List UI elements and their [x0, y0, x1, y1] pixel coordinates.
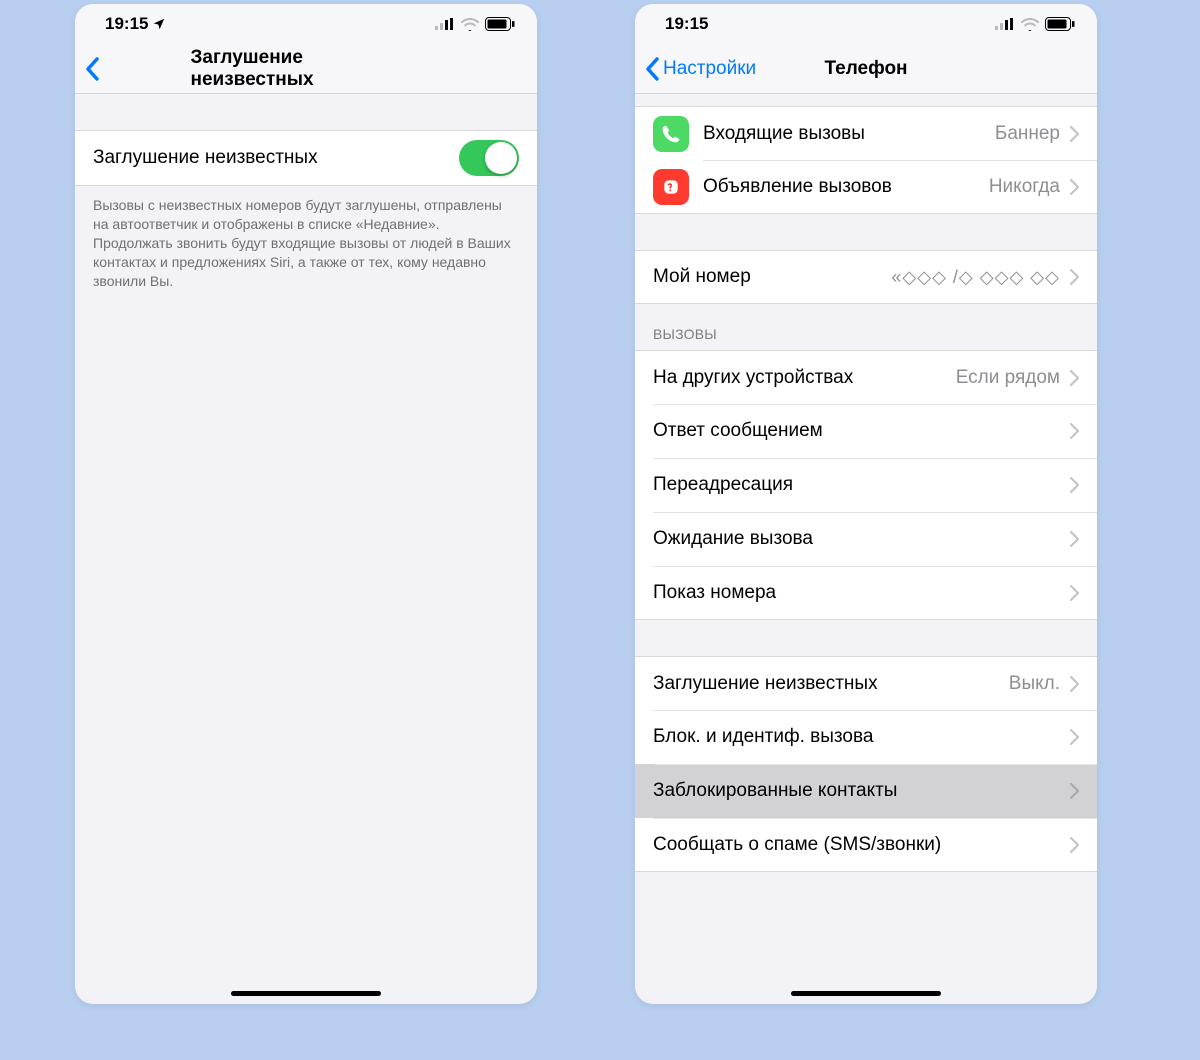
- chevron-right-icon: [1070, 126, 1079, 142]
- row-blocked-contacts[interactable]: Заблокированные контакты: [635, 764, 1097, 818]
- row-label: Ответ сообщением: [653, 420, 1070, 442]
- row-show-number[interactable]: Показ номера: [635, 566, 1097, 620]
- chevron-left-icon: [645, 57, 659, 81]
- row-incoming-calls[interactable]: Входящие вызовы Баннер: [635, 106, 1097, 160]
- back-button[interactable]: [85, 57, 99, 81]
- row-report-spam[interactable]: Сообщать о спаме (SMS/звонки): [635, 818, 1097, 872]
- row-label: На других устройствах: [653, 367, 956, 389]
- incoming-call-icon: [653, 116, 689, 152]
- back-label: Настройки: [663, 58, 756, 80]
- battery-icon: [485, 17, 515, 31]
- nav-bar: Заглушение неизвестных: [75, 44, 537, 94]
- row-label: Входящие вызовы: [703, 123, 995, 145]
- toggle-label: Заглушение неизвестных: [93, 147, 459, 169]
- cellular-icon: [435, 18, 455, 30]
- chevron-right-icon: [1070, 729, 1079, 745]
- home-indicator[interactable]: [231, 991, 381, 996]
- cellular-icon: [995, 18, 1015, 30]
- chevron-right-icon: [1070, 370, 1079, 386]
- chevron-right-icon: [1070, 179, 1079, 195]
- row-label: Блок. и идентиф. вызова: [653, 726, 1070, 748]
- row-label: Мой номер: [653, 266, 891, 288]
- phone-screen-silence: 19:15 Заглушение неизвестных Заглушение …: [75, 4, 537, 1004]
- location-icon: [152, 17, 166, 31]
- status-bar: 19:15: [75, 4, 537, 44]
- battery-icon: [1045, 17, 1075, 31]
- row-label: Ожидание вызова: [653, 528, 1070, 550]
- section-header-calls: ВЫЗОВЫ: [635, 304, 1097, 350]
- row-announce-calls[interactable]: Объявление вызовов Никогда: [635, 160, 1097, 214]
- wifi-icon: [461, 18, 479, 31]
- status-time: 19:15: [665, 14, 708, 34]
- status-bar: 19:15: [635, 4, 1097, 44]
- row-value: Никогда: [989, 176, 1060, 198]
- chevron-left-icon: [85, 57, 99, 81]
- row-label: Сообщать о спаме (SMS/звонки): [653, 834, 1070, 856]
- row-silence-unknown[interactable]: Заглушение неизвестных Выкл.: [635, 656, 1097, 710]
- back-button[interactable]: Настройки: [645, 57, 756, 81]
- row-value: Баннер: [995, 123, 1060, 145]
- page-title: Заглушение неизвестных: [191, 47, 422, 91]
- toggle-switch[interactable]: [459, 140, 519, 176]
- chevron-right-icon: [1070, 477, 1079, 493]
- chevron-right-icon: [1070, 783, 1079, 799]
- footnote-text: Вызовы с неизвестных номеров будут заглу…: [75, 186, 537, 290]
- chevron-right-icon: [1070, 531, 1079, 547]
- row-silence-toggle[interactable]: Заглушение неизвестных: [75, 130, 537, 186]
- row-label: Показ номера: [653, 582, 1070, 604]
- chevron-right-icon: [1070, 269, 1079, 285]
- row-other-devices[interactable]: На других устройствах Если рядом: [635, 350, 1097, 404]
- status-time: 19:15: [105, 14, 148, 34]
- home-indicator[interactable]: [791, 991, 941, 996]
- row-label: Объявление вызовов: [703, 176, 989, 198]
- row-value: Если рядом: [956, 367, 1060, 389]
- row-call-waiting[interactable]: Ожидание вызова: [635, 512, 1097, 566]
- page-title: Телефон: [824, 58, 907, 80]
- row-my-number[interactable]: Мой номер «◇◇◇ /◇ ◇◇◇ ◇◇: [635, 250, 1097, 304]
- chevron-right-icon: [1070, 837, 1079, 853]
- row-forwarding[interactable]: Переадресация: [635, 458, 1097, 512]
- row-value: Выкл.: [1009, 673, 1060, 695]
- row-label: Заблокированные контакты: [653, 780, 1070, 802]
- row-reply-message[interactable]: Ответ сообщением: [635, 404, 1097, 458]
- chevron-right-icon: [1070, 585, 1079, 601]
- announce-icon: [653, 169, 689, 205]
- row-label: Переадресация: [653, 474, 1070, 496]
- wifi-icon: [1021, 18, 1039, 31]
- chevron-right-icon: [1070, 423, 1079, 439]
- nav-bar: Настройки Телефон: [635, 44, 1097, 94]
- row-label: Заглушение неизвестных: [653, 673, 1009, 695]
- row-block-identify[interactable]: Блок. и идентиф. вызова: [635, 710, 1097, 764]
- chevron-right-icon: [1070, 676, 1079, 692]
- row-value: «◇◇◇ /◇ ◇◇◇ ◇◇: [891, 267, 1060, 288]
- phone-screen-telephone: 19:15 Настройки Телефон Входящие вызовы …: [635, 4, 1097, 1004]
